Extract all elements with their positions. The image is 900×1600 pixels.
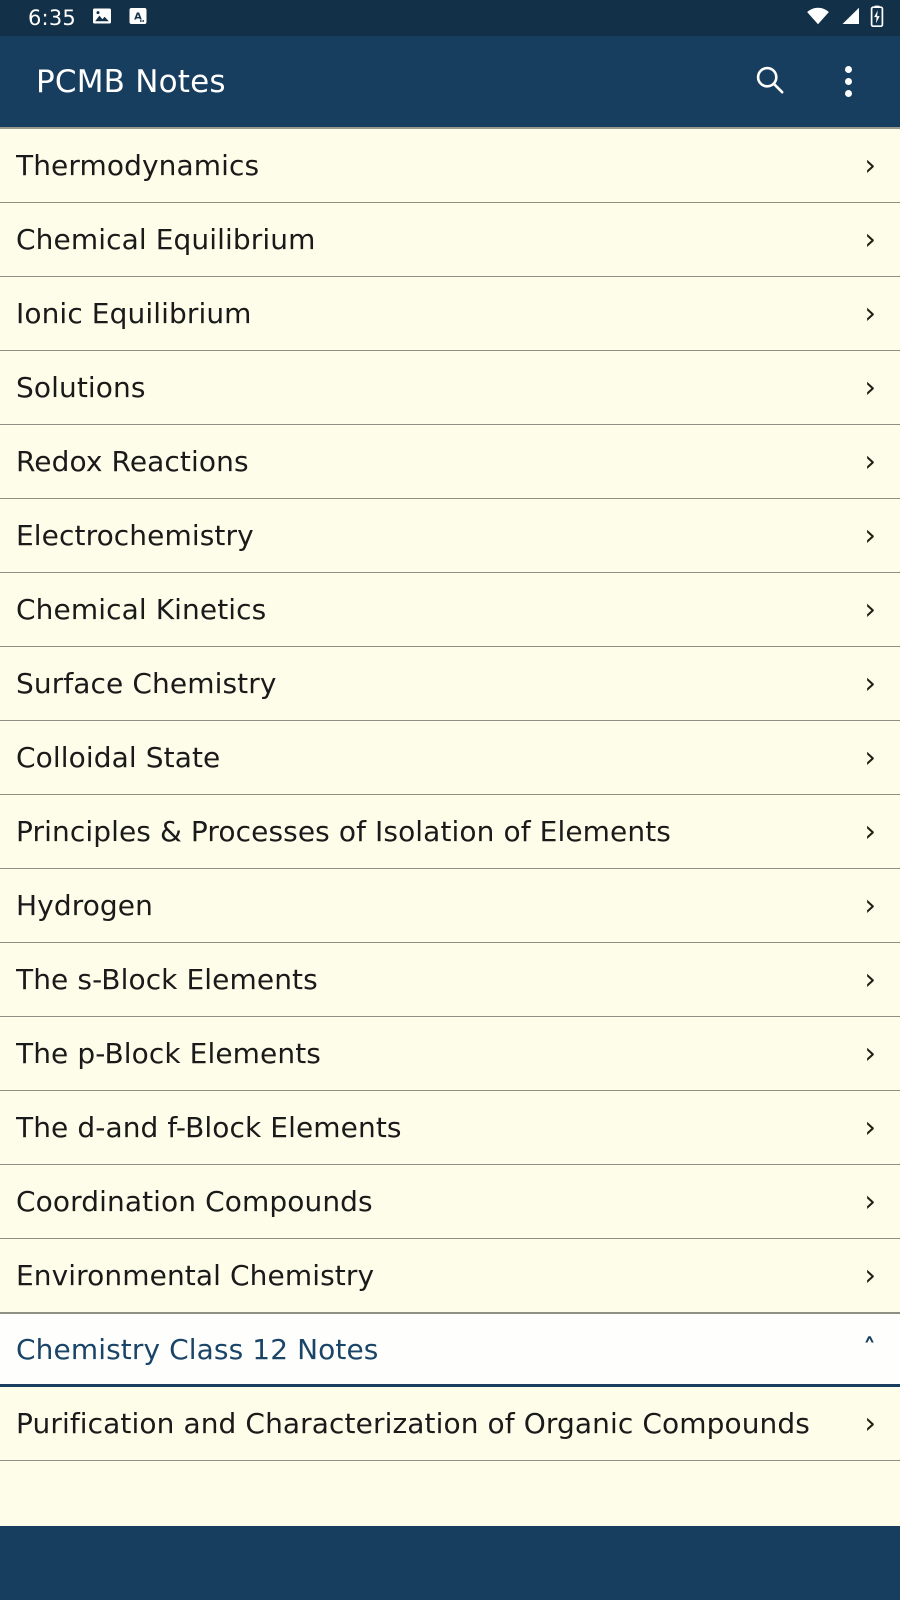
overflow-menu-icon (844, 66, 852, 97)
chevron-right-icon: › (864, 1110, 876, 1144)
list-item-label: Redox Reactions (16, 445, 249, 478)
status-bar-right (806, 5, 884, 31)
status-bar: 6:35 A (0, 0, 900, 36)
search-icon (753, 63, 787, 100)
list-item[interactable]: Environmental Chemistry › (0, 1239, 900, 1313)
chevron-right-icon: › (864, 814, 876, 848)
list-item-label: Electrochemistry (16, 519, 254, 552)
list-item-label: Solutions (16, 371, 146, 404)
list-item[interactable]: Thermodynamics › (0, 129, 900, 203)
status-bar-left: 6:35 A (28, 6, 148, 30)
wifi-icon (806, 6, 830, 30)
chevron-right-icon: › (864, 444, 876, 478)
battery-charging-icon (870, 5, 884, 31)
notes-list: Thermodynamics › Chemical Equilibrium › Ioni… (0, 129, 900, 1461)
list-item-label: The s-Block Elements (16, 963, 318, 996)
list-item[interactable]: Redox Reactions › (0, 425, 900, 499)
list-item-label: Principles & Processes of Isolation of E… (16, 815, 671, 848)
list-item[interactable]: Coordination Compounds › (0, 1165, 900, 1239)
app-screen: 6:35 A PCMB Notes Thermodynamics › Chemi… (0, 0, 900, 1600)
chevron-right-icon: › (864, 1406, 876, 1440)
list-item[interactable]: Surface Chemistry › (0, 647, 900, 721)
chevron-right-icon: › (864, 888, 876, 922)
chevron-right-icon: › (864, 1036, 876, 1070)
list-item-label: Environmental Chemistry (16, 1259, 375, 1292)
list-item[interactable]: Chemical Equilibrium › (0, 203, 900, 277)
page-title: PCMB Notes (36, 63, 226, 100)
app-bar-actions (746, 58, 872, 106)
chevron-right-icon: › (864, 592, 876, 626)
chevron-right-icon: › (864, 222, 876, 256)
list-item[interactable]: Principles & Processes of Isolation of E… (0, 795, 900, 869)
image-icon (92, 6, 112, 30)
list-item[interactable]: The d-and f-Block Elements › (0, 1091, 900, 1165)
list-item-label: Surface Chemistry (16, 667, 277, 700)
system-navigation-bar (0, 1526, 900, 1600)
list-item-label: Thermodynamics (16, 149, 260, 182)
list-item-label: Chemical Kinetics (16, 593, 267, 626)
list-item-label: Colloidal State (16, 741, 221, 774)
chevron-right-icon: › (864, 740, 876, 774)
chevron-right-icon: › (864, 1258, 876, 1292)
chevron-right-icon: › (864, 1184, 876, 1218)
chevron-right-icon: › (864, 666, 876, 700)
chevron-right-icon: › (864, 370, 876, 404)
list-bottom-spacer (0, 1461, 900, 1485)
chevron-up-icon: ˄ (863, 1334, 876, 1364)
list-item[interactable]: Ionic Equilibrium › (0, 277, 900, 351)
list-item[interactable]: Electrochemistry › (0, 499, 900, 573)
search-button[interactable] (746, 58, 794, 106)
chevron-right-icon: › (864, 962, 876, 996)
cellular-signal-icon (839, 6, 861, 30)
section-header-label: Chemistry Class 12 Notes (16, 1332, 379, 1366)
list-item[interactable]: Colloidal State › (0, 721, 900, 795)
section-header-row[interactable]: Chemistry Class 12 Notes ˄ (0, 1313, 900, 1387)
list-item-label: The d-and f-Block Elements (16, 1111, 402, 1144)
list-item[interactable]: Purification and Characterization of Org… (0, 1387, 900, 1461)
list-item-label: Chemical Equilibrium (16, 223, 316, 256)
list-item-label: Purification and Characterization of Org… (16, 1407, 810, 1440)
chevron-right-icon: › (864, 148, 876, 182)
list-item[interactable]: The p-Block Elements › (0, 1017, 900, 1091)
chevron-right-icon: › (864, 518, 876, 552)
list-item[interactable]: Hydrogen › (0, 869, 900, 943)
status-clock: 6:35 (28, 5, 76, 30)
list-item-label: Ionic Equilibrium (16, 297, 252, 330)
list-item-label: Coordination Compounds (16, 1185, 373, 1218)
translate-icon: A (128, 6, 148, 30)
list-item-label: Hydrogen (16, 889, 153, 922)
app-bar: PCMB Notes (0, 36, 900, 127)
list-item[interactable]: Solutions › (0, 351, 900, 425)
list-item-label: The p-Block Elements (16, 1037, 321, 1070)
list-item[interactable]: Chemical Kinetics › (0, 573, 900, 647)
chevron-right-icon: › (864, 296, 876, 330)
notes-list-container[interactable]: Thermodynamics › Chemical Equilibrium › Ioni… (0, 127, 900, 1526)
overflow-menu-button[interactable] (824, 58, 872, 106)
list-item[interactable]: The s-Block Elements › (0, 943, 900, 1017)
